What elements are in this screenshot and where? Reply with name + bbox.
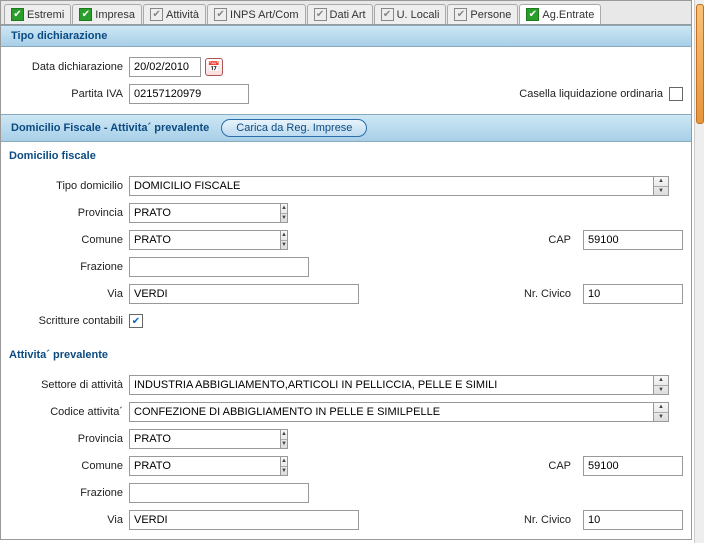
section-title: Tipo dichiarazione <box>11 30 107 42</box>
nr-civico-input[interactable] <box>583 284 683 304</box>
check-icon: ✔ <box>11 8 24 21</box>
section-domicilio-attivita: Domicilio Fiscale - Attivita´ prevalente… <box>1 114 691 142</box>
label-data-dichiarazione: Data dichiarazione <box>9 61 129 73</box>
tab-impresa[interactable]: ✔ Impresa <box>72 4 142 24</box>
check-icon: ✔ <box>150 8 163 21</box>
label-cap: CAP <box>548 460 577 472</box>
tab-dati-art[interactable]: ✔ Dati Art <box>307 4 373 24</box>
tab-label: Ag.Entrate <box>542 9 594 21</box>
calendar-icon[interactable]: 📅 <box>205 58 223 76</box>
casella-liquidazione-checkbox[interactable] <box>669 87 683 101</box>
scrollbar-thumb[interactable] <box>696 4 704 124</box>
provincia-input-2[interactable] <box>129 429 280 449</box>
partita-iva-input[interactable] <box>129 84 249 104</box>
settore-attivita-input[interactable] <box>129 375 653 395</box>
comune-input-2[interactable] <box>129 456 280 476</box>
label-settore-attivita: Settore di attività <box>9 379 129 391</box>
tab-persone[interactable]: ✔ Persone <box>447 4 518 24</box>
label-frazione: Frazione <box>9 487 129 499</box>
spinner-icon[interactable]: ▲▼ <box>653 176 669 196</box>
scritture-contabili-checkbox[interactable] <box>129 314 143 328</box>
check-icon: ✔ <box>526 8 539 21</box>
spinner-icon[interactable]: ▲▼ <box>653 375 669 395</box>
tab-agentrate[interactable]: ✔ Ag.Entrate <box>519 4 601 24</box>
label-via: Via <box>9 514 129 526</box>
frazione-input[interactable] <box>129 257 309 277</box>
provincia-input[interactable] <box>129 203 280 223</box>
tipo-domicilio-input[interactable] <box>129 176 653 196</box>
check-icon: ✔ <box>314 8 327 21</box>
tab-attivita[interactable]: ✔ Attività <box>143 4 206 24</box>
label-cap: CAP <box>548 234 577 246</box>
label-comune: Comune <box>9 234 129 246</box>
label-provincia: Provincia <box>9 433 129 445</box>
via-input-2[interactable] <box>129 510 359 530</box>
codice-attivita-input[interactable] <box>129 402 653 422</box>
label-casella-liquidazione: Casella liquidazione ordinaria <box>519 88 669 100</box>
tab-label: Attività <box>166 9 199 21</box>
tab-label: Persone <box>470 9 511 21</box>
tab-label: INPS Art/Com <box>230 9 298 21</box>
tab-estremi[interactable]: ✔ Estremi <box>4 4 71 24</box>
subheader-attivita: Attivita´ prevalente <box>1 341 691 365</box>
label-scritture-contabili: Scritture contabili <box>9 315 129 327</box>
check-icon: ✔ <box>454 8 467 21</box>
label-codice-attivita: Codice attivita´ <box>9 406 129 418</box>
cap-input-2[interactable] <box>583 456 683 476</box>
check-icon: ✔ <box>214 8 227 21</box>
label-comune: Comune <box>9 460 129 472</box>
tab-bar: ✔ Estremi ✔ Impresa ✔ Attività ✔ INPS Ar… <box>1 1 691 25</box>
tab-label: Estremi <box>27 9 64 21</box>
spinner-icon[interactable]: ▲▼ <box>280 429 288 449</box>
tab-ulocali[interactable]: ✔ U. Locali <box>374 4 447 24</box>
spinner-icon[interactable]: ▲▼ <box>280 230 288 250</box>
cap-input[interactable] <box>583 230 683 250</box>
section-title: Domicilio Fiscale - Attivita´ prevalente <box>11 122 209 134</box>
comune-input[interactable] <box>129 230 280 250</box>
check-icon: ✔ <box>381 8 394 21</box>
spinner-icon[interactable]: ▲▼ <box>280 456 288 476</box>
tab-label: Dati Art <box>330 9 366 21</box>
label-provincia: Provincia <box>9 207 129 219</box>
label-via: Via <box>9 288 129 300</box>
label-tipo-domicilio: Tipo domicilio <box>9 180 129 192</box>
via-input[interactable] <box>129 284 359 304</box>
subheader-domicilio: Domicilio fiscale <box>1 142 691 166</box>
label-nr-civico: Nr. Civico <box>524 288 577 300</box>
tab-label: Impresa <box>95 9 135 21</box>
spinner-icon[interactable]: ▲▼ <box>280 203 288 223</box>
data-dichiarazione-input[interactable] <box>129 57 201 77</box>
label-partita-iva: Partita IVA <box>9 88 129 100</box>
spinner-icon[interactable]: ▲▼ <box>653 402 669 422</box>
nr-civico-input-2[interactable] <box>583 510 683 530</box>
frazione-input-2[interactable] <box>129 483 309 503</box>
carica-da-reg-imprese-button[interactable]: Carica da Reg. Imprese <box>221 119 367 137</box>
tab-inps[interactable]: ✔ INPS Art/Com <box>207 4 305 24</box>
label-nr-civico: Nr. Civico <box>524 514 577 526</box>
label-frazione: Frazione <box>9 261 129 273</box>
check-icon: ✔ <box>79 8 92 21</box>
tab-label: U. Locali <box>397 9 440 21</box>
vertical-scrollbar[interactable] <box>694 0 704 543</box>
section-tipo-dichiarazione: Tipo dichiarazione <box>1 25 691 47</box>
